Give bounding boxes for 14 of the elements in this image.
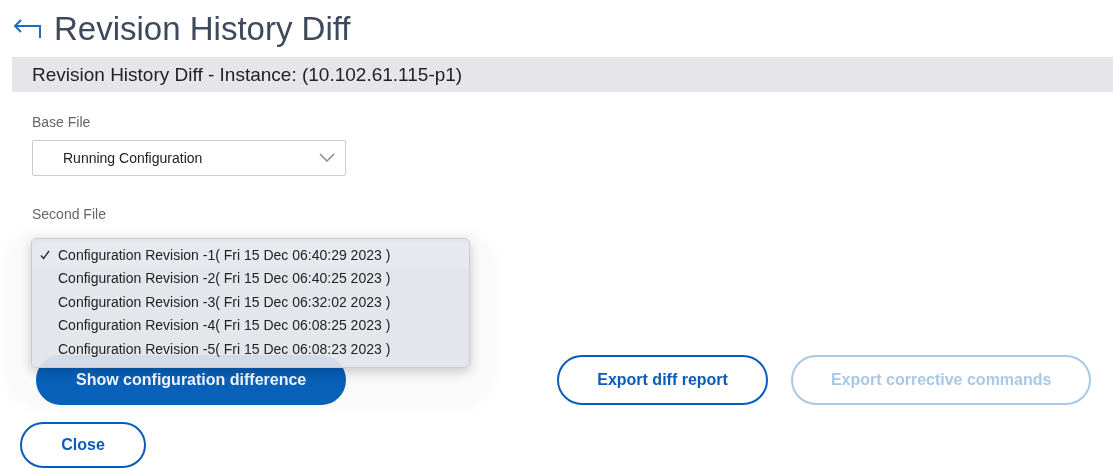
page-title: Revision History Diff <box>54 10 351 49</box>
dropdown-option[interactable]: Configuration Revision -1( Fri 15 Dec 06:40:29 2023 ) <box>32 242 469 267</box>
checkmark-icon <box>40 249 50 260</box>
dropdown-option[interactable]: Configuration Revision -4( Fri 15 Dec 06:08:25 2023 ) <box>32 313 469 337</box>
close-button[interactable]: Close <box>20 421 146 468</box>
field-label: Second File <box>32 205 106 222</box>
action-button[interactable]: Export diff report <box>557 354 768 405</box>
dropdown-option[interactable]: Configuration Revision -3( Fri 15 Dec 06:32:02 2023 ) <box>32 289 469 314</box>
panel-title: Revision History Diff - Instance: (10.102.61.115-p1) <box>32 63 463 86</box>
base-file-select[interactable]: Running Configuration <box>32 139 346 176</box>
back-arrow-icon[interactable] <box>12 18 42 41</box>
dropdown-option[interactable]: Configuration Revision -2( Fri 15 Dec 06:40:25 2023 ) <box>32 266 469 290</box>
chevron-down-icon <box>319 152 335 163</box>
field-label: Base File <box>32 113 91 130</box>
